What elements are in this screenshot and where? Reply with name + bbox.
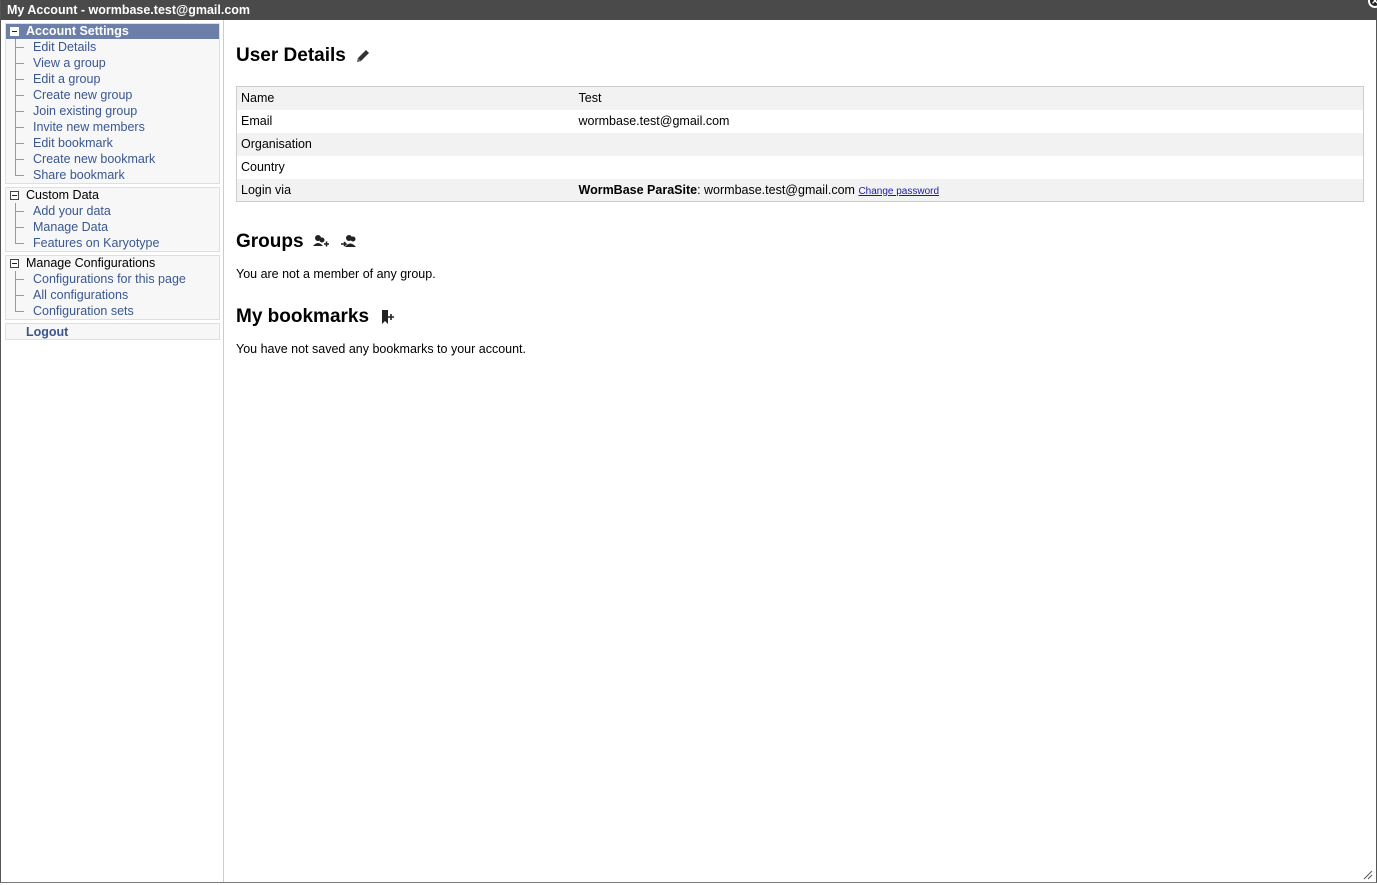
tree-line <box>15 287 24 303</box>
table-row: Email wormbase.test@gmail.com <box>237 110 1364 133</box>
sidebar-link[interactable]: All configurations <box>33 288 128 302</box>
tree-line <box>15 167 24 176</box>
groups-heading: Groups <box>236 230 1366 254</box>
heading-text: User Details <box>236 45 346 66</box>
sidebar-item-karyotype[interactable]: Features on Karyotype <box>6 235 219 251</box>
row-label: Country <box>241 160 285 174</box>
main-content: User Details Name Test Email wormbase.te… <box>236 20 1366 356</box>
heading-text: Groups <box>236 231 304 252</box>
sidebar-link[interactable]: Features on Karyotype <box>33 236 159 250</box>
tree-line <box>15 39 24 55</box>
user-details-heading: User Details <box>236 44 1366 68</box>
login-email: : wormbase.test@gmail.com <box>697 182 859 197</box>
sidebar-link[interactable]: Create new group <box>33 88 132 102</box>
table-row: Name Test <box>236 86 1364 110</box>
section-header-manage-configurations[interactable]: Manage Configurations <box>6 256 219 271</box>
section-header-account-settings[interactable]: Account Settings <box>6 24 219 39</box>
bookmarks-heading: My bookmarks <box>236 305 1366 329</box>
section-manage-configurations: Manage Configurations Configurations for… <box>5 255 220 320</box>
sidebar-link[interactable]: Edit bookmark <box>33 136 113 150</box>
tree-line <box>15 135 24 151</box>
tree-line <box>15 119 24 135</box>
join-group-icon[interactable] <box>340 233 358 251</box>
section-account-settings: Account Settings Edit Details View a gro… <box>5 23 220 184</box>
sidebar-link[interactable]: Add your data <box>33 204 111 218</box>
change-password-link[interactable]: Change password <box>858 186 939 197</box>
tree-line <box>15 203 24 219</box>
sidebar-item-add-data[interactable]: Add your data <box>6 203 219 219</box>
sidebar-link[interactable]: Create new bookmark <box>33 152 155 166</box>
sidebar-item-manage-data[interactable]: Manage Data <box>6 219 219 235</box>
sidebar-item-invite-members[interactable]: Invite new members <box>6 119 219 135</box>
sidebar-link[interactable]: Invite new members <box>33 120 145 134</box>
row-value <box>575 133 1364 156</box>
row-value: Test <box>578 91 602 106</box>
add-group-icon[interactable] <box>312 233 330 251</box>
sidebar-item-all-configs[interactable]: All configurations <box>6 287 219 303</box>
sidebar-item-join-group[interactable]: Join existing group <box>6 103 219 119</box>
groups-message: You are not a member of any group. <box>236 267 436 281</box>
window-title: My Account - wormbase.test@gmail.com <box>7 3 251 17</box>
tree-line <box>15 271 24 287</box>
sidebar-link[interactable]: Edit a group <box>33 72 100 86</box>
tree-line <box>15 71 24 87</box>
sidebar-item-config-sets[interactable]: Configuration sets <box>6 303 219 319</box>
section-title: Custom Data <box>26 188 99 202</box>
logout-link[interactable]: Logout <box>26 325 68 339</box>
sidebar-item-edit-details[interactable]: Edit Details <box>6 39 219 55</box>
sidebar-item-view-group[interactable]: View a group <box>6 55 219 71</box>
logout-item[interactable]: Logout <box>5 323 220 340</box>
collapse-icon[interactable] <box>10 259 19 268</box>
tree-line <box>15 219 24 235</box>
collapse-icon[interactable] <box>10 27 19 36</box>
tree-line <box>15 151 24 167</box>
row-label: Organisation <box>241 137 312 151</box>
table-row: Country <box>237 156 1364 179</box>
row-value <box>575 156 1364 179</box>
window-titlebar[interactable]: My Account - wormbase.test@gmail.com ✕ <box>1 0 1377 20</box>
section-custom-data: Custom Data Add your data Manage Data Fe… <box>5 187 220 252</box>
user-details-table: Name Test Email wormbase.test@gmail.com … <box>236 86 1364 202</box>
sidebar-item-create-bookmark[interactable]: Create new bookmark <box>6 151 219 167</box>
sidebar-link[interactable]: Join existing group <box>33 104 137 118</box>
section-title: Account Settings <box>26 24 129 38</box>
table-row: Login via WormBase ParaSite: wormbase.te… <box>236 178 1364 202</box>
heading-text: My bookmarks <box>236 306 370 327</box>
tree-line <box>15 303 24 312</box>
tree-line <box>15 55 24 71</box>
sidebar-link[interactable]: Configuration sets <box>33 304 134 318</box>
my-account-window: My Account - wormbase.test@gmail.com ✕ A… <box>0 0 1377 883</box>
tree-line <box>15 87 24 103</box>
table-row: Organisation <box>236 132 1364 156</box>
login-provider: WormBase ParaSite <box>578 182 698 197</box>
sidebar-item-create-group[interactable]: Create new group <box>6 87 219 103</box>
sidebar-item-page-configs[interactable]: Configurations for this page <box>6 271 219 287</box>
row-value: WormBase ParaSite: wormbase.test@gmail.c… <box>575 179 1364 202</box>
sidebar-item-share-bookmark[interactable]: Share bookmark <box>6 167 219 183</box>
sidebar-link[interactable]: Share bookmark <box>33 168 125 182</box>
sidebar-link[interactable]: Configurations for this page <box>33 272 186 286</box>
row-label: Email <box>241 114 273 128</box>
resize-handle-icon[interactable] <box>1361 867 1373 880</box>
add-bookmark-icon[interactable] <box>379 308 397 326</box>
sidebar-item-edit-group[interactable]: Edit a group <box>6 71 219 87</box>
sidebar-link[interactable]: Manage Data <box>33 220 108 234</box>
bookmarks-message: You have not saved any bookmarks to your… <box>236 342 526 356</box>
row-label: Login via <box>241 182 292 197</box>
row-label: Name <box>241 91 275 106</box>
collapse-icon[interactable] <box>10 191 19 200</box>
section-header-custom-data[interactable]: Custom Data <box>6 188 219 203</box>
close-icon[interactable]: ✕ <box>1368 0 1377 8</box>
sidebar-link[interactable]: View a group <box>33 56 106 70</box>
tree-line <box>15 235 24 244</box>
pencil-icon[interactable] <box>354 47 372 65</box>
section-title: Manage Configurations <box>26 256 156 270</box>
sidebar: Account Settings Edit Details View a gro… <box>2 20 224 882</box>
row-value: wormbase.test@gmail.com <box>578 114 730 128</box>
sidebar-item-edit-bookmark[interactable]: Edit bookmark <box>6 135 219 151</box>
tree-line <box>15 103 24 119</box>
sidebar-link[interactable]: Edit Details <box>33 40 96 54</box>
